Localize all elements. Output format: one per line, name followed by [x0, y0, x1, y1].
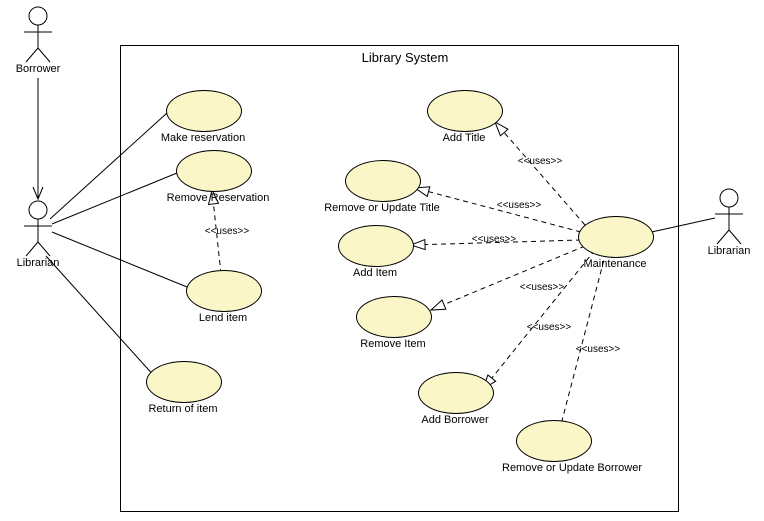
actor-librarian-left-icon: [24, 201, 52, 256]
stereo-uses-addborrow: <<uses>>: [514, 322, 584, 333]
system-title: Library System: [345, 50, 465, 65]
usecase-add-borrower: [418, 372, 494, 414]
usecase-add-title: [427, 90, 503, 132]
stereo-uses-remborrow: <<uses>>: [563, 344, 633, 355]
usecase-remove-update-borrower: [516, 420, 592, 462]
stereo-uses-remitem: <<uses>>: [507, 282, 577, 293]
usecase-return-item-label: Return of item: [113, 403, 253, 415]
usecase-add-borrower-label: Add Borrower: [385, 414, 525, 426]
usecase-make-reservation-label: Make reservation: [133, 132, 273, 144]
usecase-lend-item-label: Lend item: [153, 312, 293, 324]
stereo-uses-remtitle: <<uses>>: [484, 200, 554, 211]
usecase-remove-update-title: [345, 160, 421, 202]
usecase-maintenance: [578, 216, 654, 258]
stereo-uses-additem: <<uses>>: [459, 234, 529, 245]
usecase-lend-item: [186, 270, 262, 312]
usecase-add-title-label: Add Title: [394, 132, 534, 144]
usecase-return-item: [146, 361, 222, 403]
usecase-add-item-label: Add Item: [305, 267, 445, 279]
stereo-uses-addtitle: <<uses>>: [505, 156, 575, 167]
usecase-remove-update-title-label: Remove or Update Title: [312, 202, 452, 214]
usecase-remove-update-borrower-label: Remove or Update Borrower: [502, 462, 642, 474]
actor-librarian-right-label: Librarian: [689, 245, 764, 257]
actor-borrower-label: Borrower: [0, 63, 78, 75]
usecase-remove-reservation: [176, 150, 252, 192]
usecase-add-item: [338, 225, 414, 267]
usecase-remove-reservation-label: Remove Reservation: [148, 192, 288, 204]
diagram-stage: Library System: [0, 0, 764, 521]
usecase-remove-item: [356, 296, 432, 338]
stereo-uses-lend-reserve: <<uses>>: [192, 226, 262, 237]
actor-borrower-icon: [24, 7, 52, 62]
usecase-maintenance-label: Maintenance: [545, 258, 685, 270]
actor-librarian-right-icon: [715, 189, 743, 244]
actor-librarian-left-label: Librarian: [0, 257, 78, 269]
usecase-remove-item-label: Remove Item: [323, 338, 463, 350]
usecase-make-reservation: [166, 90, 242, 132]
